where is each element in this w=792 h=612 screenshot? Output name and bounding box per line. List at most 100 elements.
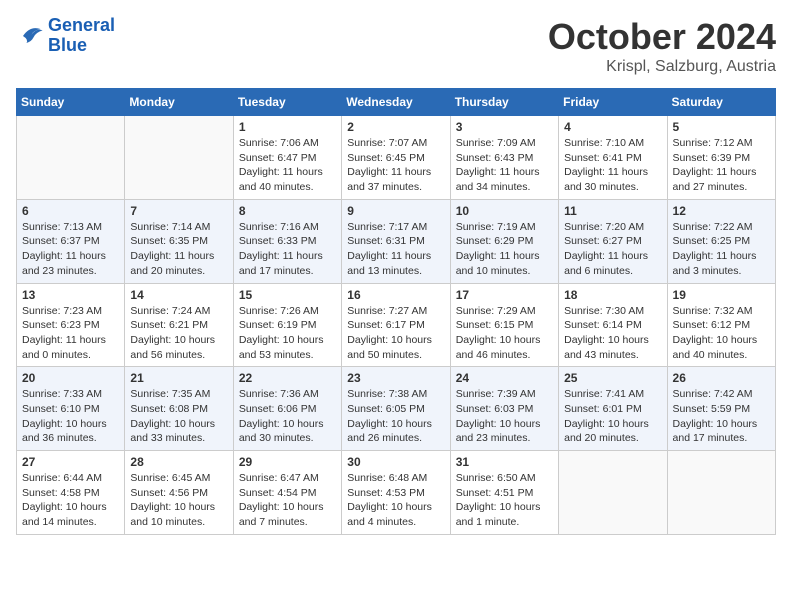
header-thursday: Thursday (450, 89, 558, 116)
day-info: Sunrise: 7:27 AM Sunset: 6:17 PM Dayligh… (347, 304, 444, 363)
calendar-cell: 17 Sunrise: 7:29 AM Sunset: 6:15 PM Dayli… (450, 283, 558, 367)
day-number: 12 (673, 204, 770, 218)
day-number: 28 (130, 455, 227, 469)
calendar-cell: 26Sunrise: 7:42 AM Sunset: 5:59 PM Dayli… (667, 367, 775, 451)
day-info: Sunrise: 7:26 AM Sunset: 6:19 PM Dayligh… (239, 304, 336, 363)
day-info: Sunrise: 7:13 AM Sunset: 6:37 PM Dayligh… (22, 220, 119, 279)
header-monday: Monday (125, 89, 233, 116)
calendar-cell: 30Sunrise: 6:48 AM Sunset: 4:53 PM Dayli… (342, 451, 450, 535)
calendar-week-row: 13 Sunrise: 7:23 AM Sunset: 6:23 PM Dayli… (17, 283, 776, 367)
day-number: 8 (239, 204, 336, 218)
day-number: 27 (22, 455, 119, 469)
calendar-cell: 6 Sunrise: 7:13 AM Sunset: 6:37 PM Daylig… (17, 199, 125, 283)
header-wednesday: Wednesday (342, 89, 450, 116)
day-number: 4 (564, 120, 661, 134)
calendar-cell: 4 Sunrise: 7:10 AM Sunset: 6:41 PM Daylig… (559, 116, 667, 200)
day-number: 20 (22, 371, 119, 385)
header-friday: Friday (559, 89, 667, 116)
calendar-cell (125, 116, 233, 200)
calendar-cell: 9Sunrise: 7:17 AM Sunset: 6:31 PM Daylig… (342, 199, 450, 283)
day-number: 15 (239, 288, 336, 302)
day-info: Sunrise: 6:50 AM Sunset: 4:51 PM Dayligh… (456, 471, 553, 530)
day-number: 1 (239, 120, 336, 134)
calendar-cell: 29Sunrise: 6:47 AM Sunset: 4:54 PM Dayli… (233, 451, 341, 535)
day-info: Sunrise: 7:33 AM Sunset: 6:10 PM Dayligh… (22, 387, 119, 446)
calendar-cell (667, 451, 775, 535)
day-info: Sunrise: 7:38 AM Sunset: 6:05 PM Dayligh… (347, 387, 444, 446)
day-number: 6 (22, 204, 119, 218)
day-info: Sunrise: 7:07 AM Sunset: 6:45 PM Dayligh… (347, 136, 444, 195)
calendar-cell: 1 Sunrise: 7:06 AM Sunset: 6:47 PM Daylig… (233, 116, 341, 200)
day-number: 18 (564, 288, 661, 302)
day-number: 31 (456, 455, 553, 469)
calendar-cell: 5 Sunrise: 7:12 AM Sunset: 6:39 PM Daylig… (667, 116, 775, 200)
calendar-body: 1 Sunrise: 7:06 AM Sunset: 6:47 PM Daylig… (17, 116, 776, 535)
calendar-cell: 12 Sunrise: 7:22 AM Sunset: 6:25 PM Dayli… (667, 199, 775, 283)
calendar-week-row: 27 Sunrise: 6:44 AM Sunset: 4:58 PM Dayli… (17, 451, 776, 535)
logo-text2: Blue (48, 36, 115, 56)
day-number: 17 (456, 288, 553, 302)
title-block: October 2024 Krispl, Salzburg, Austria (548, 16, 776, 76)
day-number: 25 (564, 371, 661, 385)
day-info: Sunrise: 7:16 AM Sunset: 6:33 PM Dayligh… (239, 220, 336, 279)
logo-icon (16, 22, 44, 50)
calendar-cell: 2 Sunrise: 7:07 AM Sunset: 6:45 PM Daylig… (342, 116, 450, 200)
day-info: Sunrise: 7:22 AM Sunset: 6:25 PM Dayligh… (673, 220, 770, 279)
day-number: 3 (456, 120, 553, 134)
weekday-header-row: Sunday Monday Tuesday Wednesday Thursday… (17, 89, 776, 116)
calendar-cell (559, 451, 667, 535)
day-info: Sunrise: 7:17 AM Sunset: 6:31 PM Dayligh… (347, 220, 444, 279)
day-number: 10 (456, 204, 553, 218)
header-saturday: Saturday (667, 89, 775, 116)
header-sunday: Sunday (17, 89, 125, 116)
calendar-cell: 19 Sunrise: 7:32 AM Sunset: 6:12 PM Dayli… (667, 283, 775, 367)
day-info: Sunrise: 6:44 AM Sunset: 4:58 PM Dayligh… (22, 471, 119, 530)
calendar-cell: 16Sunrise: 7:27 AM Sunset: 6:17 PM Dayli… (342, 283, 450, 367)
calendar-cell: 28 Sunrise: 6:45 AM Sunset: 4:56 PM Dayli… (125, 451, 233, 535)
month-title: October 2024 (548, 16, 776, 58)
day-info: Sunrise: 7:23 AM Sunset: 6:23 PM Dayligh… (22, 304, 119, 363)
calendar-cell: 15 Sunrise: 7:26 AM Sunset: 6:19 PM Dayli… (233, 283, 341, 367)
day-info: Sunrise: 7:32 AM Sunset: 6:12 PM Dayligh… (673, 304, 770, 363)
day-number: 5 (673, 120, 770, 134)
calendar-cell: 21Sunrise: 7:35 AM Sunset: 6:08 PM Dayli… (125, 367, 233, 451)
calendar-cell: 13 Sunrise: 7:23 AM Sunset: 6:23 PM Dayli… (17, 283, 125, 367)
day-number: 13 (22, 288, 119, 302)
calendar-table: Sunday Monday Tuesday Wednesday Thursday… (16, 88, 776, 535)
day-number: 2 (347, 120, 444, 134)
day-number: 23 (347, 371, 444, 385)
page-header: General Blue October 2024 Krispl, Salzbu… (16, 16, 776, 76)
calendar-week-row: 1 Sunrise: 7:06 AM Sunset: 6:47 PM Daylig… (17, 116, 776, 200)
location-subtitle: Krispl, Salzburg, Austria (548, 58, 776, 76)
calendar-cell: 24Sunrise: 7:39 AM Sunset: 6:03 PM Dayli… (450, 367, 558, 451)
calendar-cell: 3 Sunrise: 7:09 AM Sunset: 6:43 PM Daylig… (450, 116, 558, 200)
day-info: Sunrise: 6:45 AM Sunset: 4:56 PM Dayligh… (130, 471, 227, 530)
calendar-cell: 8 Sunrise: 7:16 AM Sunset: 6:33 PM Daylig… (233, 199, 341, 283)
calendar-cell: 25Sunrise: 7:41 AM Sunset: 6:01 PM Dayli… (559, 367, 667, 451)
logo-text: General (48, 16, 115, 36)
day-info: Sunrise: 7:06 AM Sunset: 6:47 PM Dayligh… (239, 136, 336, 195)
day-info: Sunrise: 7:14 AM Sunset: 6:35 PM Dayligh… (130, 220, 227, 279)
day-info: Sunrise: 7:29 AM Sunset: 6:15 PM Dayligh… (456, 304, 553, 363)
day-info: Sunrise: 7:19 AM Sunset: 6:29 PM Dayligh… (456, 220, 553, 279)
day-info: Sunrise: 7:10 AM Sunset: 6:41 PM Dayligh… (564, 136, 661, 195)
calendar-cell: 20 Sunrise: 7:33 AM Sunset: 6:10 PM Dayli… (17, 367, 125, 451)
day-number: 7 (130, 204, 227, 218)
day-number: 30 (347, 455, 444, 469)
calendar-cell: 11 Sunrise: 7:20 AM Sunset: 6:27 PM Dayli… (559, 199, 667, 283)
calendar-cell: 27 Sunrise: 6:44 AM Sunset: 4:58 PM Dayli… (17, 451, 125, 535)
day-info: Sunrise: 7:20 AM Sunset: 6:27 PM Dayligh… (564, 220, 661, 279)
calendar-cell: 23 Sunrise: 7:38 AM Sunset: 6:05 PM Dayli… (342, 367, 450, 451)
day-info: Sunrise: 7:39 AM Sunset: 6:03 PM Dayligh… (456, 387, 553, 446)
day-info: Sunrise: 7:35 AM Sunset: 6:08 PM Dayligh… (130, 387, 227, 446)
day-number: 14 (130, 288, 227, 302)
calendar-cell: 7 Sunrise: 7:14 AM Sunset: 6:35 PM Daylig… (125, 199, 233, 283)
calendar-cell: 31 Sunrise: 6:50 AM Sunset: 4:51 PM Dayli… (450, 451, 558, 535)
day-number: 19 (673, 288, 770, 302)
calendar-cell: 14Sunrise: 7:24 AM Sunset: 6:21 PM Dayli… (125, 283, 233, 367)
day-number: 11 (564, 204, 661, 218)
day-info: Sunrise: 7:12 AM Sunset: 6:39 PM Dayligh… (673, 136, 770, 195)
logo: General Blue (16, 16, 115, 56)
day-info: Sunrise: 7:09 AM Sunset: 6:43 PM Dayligh… (456, 136, 553, 195)
day-info: Sunrise: 6:47 AM Sunset: 4:54 PM Dayligh… (239, 471, 336, 530)
